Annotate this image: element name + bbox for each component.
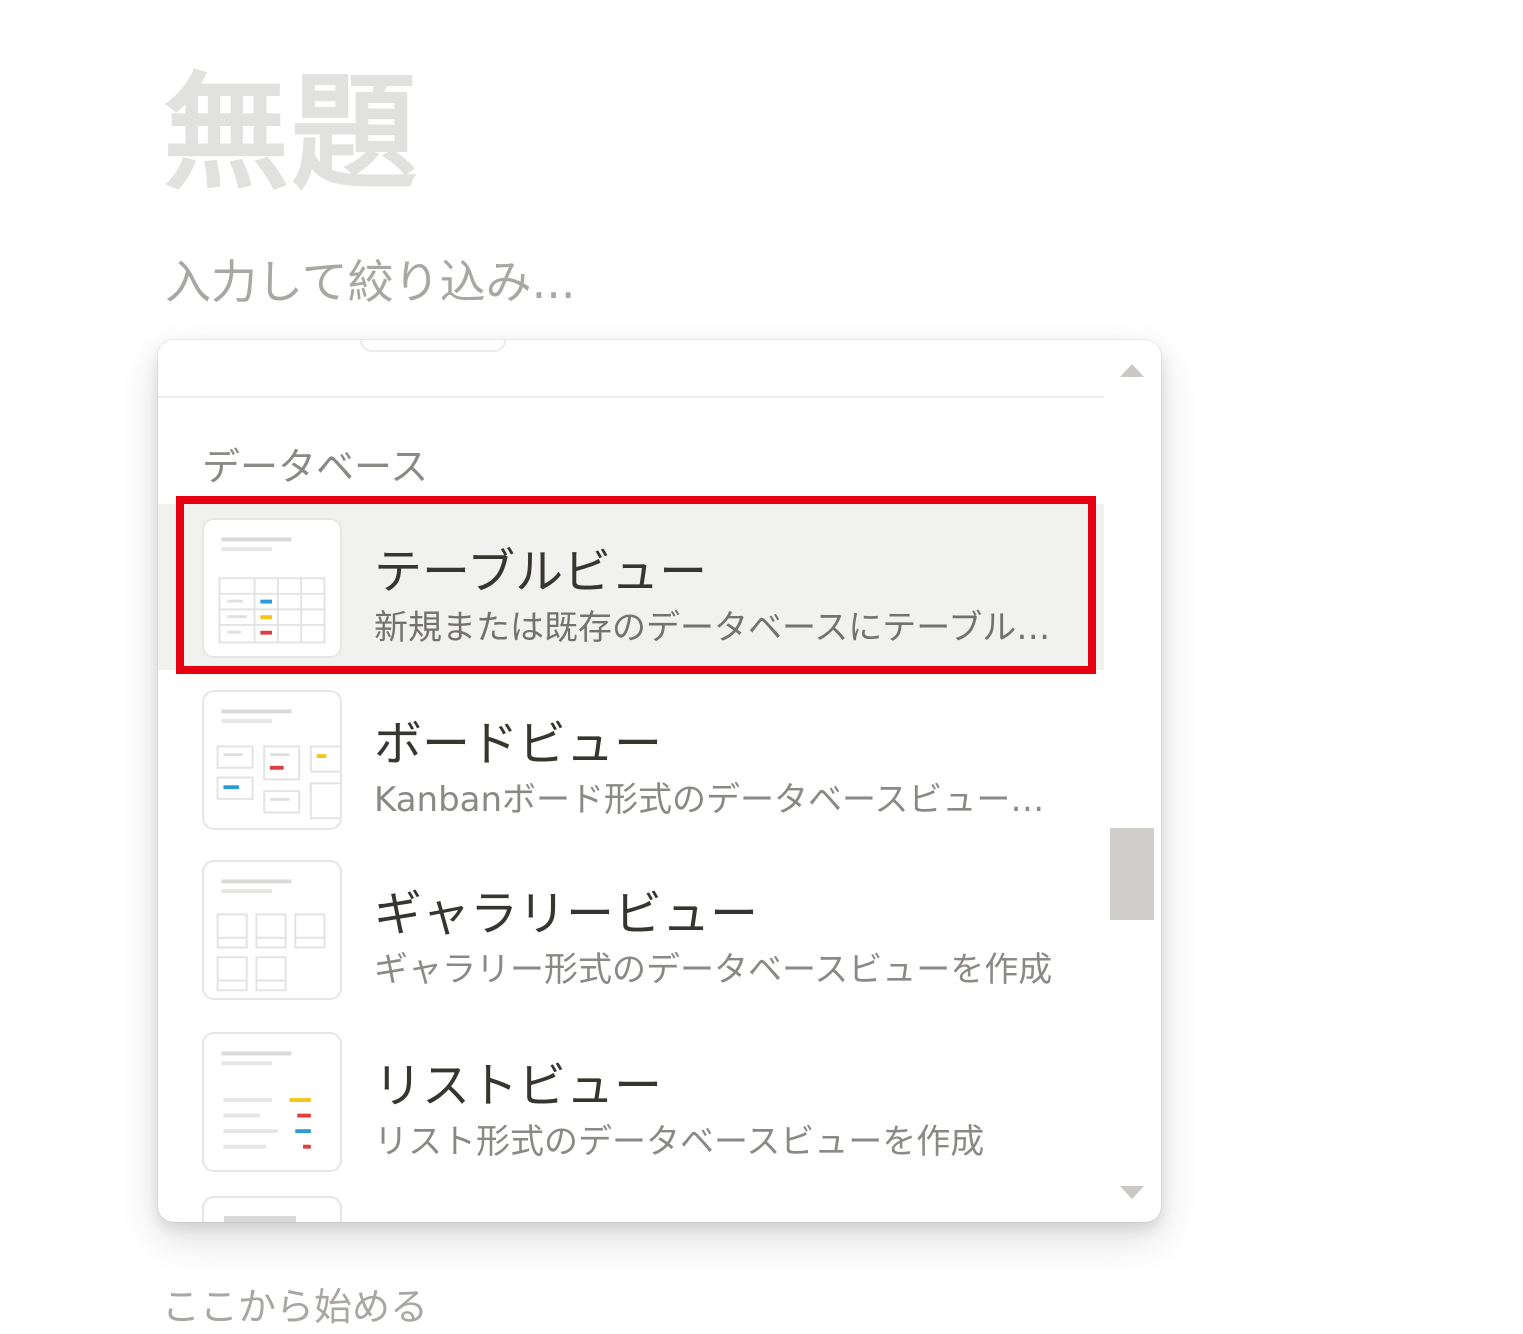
scroll-down-arrow-icon[interactable] xyxy=(1120,1186,1144,1199)
item-title: ギャラリービュー xyxy=(374,886,759,942)
item-description: ギャラリー形式のデータベースビューを作成 xyxy=(374,950,1053,990)
board-view-icon xyxy=(202,690,342,830)
section-divider xyxy=(158,396,1104,398)
item-description: リスト形式のデータベースビューを作成 xyxy=(374,1122,985,1162)
highlight-annotation-box xyxy=(176,496,1096,674)
gallery-view-icon xyxy=(202,860,342,1000)
block-menu-popup: データベース テーブルビュー 新規または既存のデータベースにテーブルビ ボードビ… xyxy=(158,340,1161,1222)
menu-item-gallery-view[interactable]: ギャラリービュー ギャラリー形式のデータベースビューを作成 xyxy=(158,846,1104,1012)
item-title: ボードビュー xyxy=(374,716,663,772)
list-view-icon xyxy=(202,1032,342,1172)
page-title[interactable]: 無題 xyxy=(163,67,419,200)
filter-input[interactable] xyxy=(165,250,765,314)
previous-item-thumbnail xyxy=(360,340,506,352)
scrollbar-thumb[interactable] xyxy=(1110,828,1154,920)
menu-item-board-view[interactable]: ボードビュー Kanbanボード形式のデータベースビューを作成 xyxy=(158,676,1104,842)
start-here-hint[interactable]: ここから始める xyxy=(162,1276,428,1331)
menu-item-list-view[interactable]: リストビュー リスト形式のデータベースビューを作成 xyxy=(158,1018,1104,1184)
scroll-up-arrow-icon[interactable] xyxy=(1120,364,1144,377)
next-item-thumbnail xyxy=(202,1196,342,1222)
item-description: Kanbanボード形式のデータベースビューを作成 xyxy=(374,780,1054,820)
section-label-database: データベース xyxy=(202,445,429,489)
menu-scroll-area[interactable]: データベース テーブルビュー 新規または既存のデータベースにテーブルビ ボードビ… xyxy=(158,340,1104,1222)
scrollbar-track[interactable] xyxy=(1104,340,1161,1222)
item-title: リストビュー xyxy=(374,1058,663,1114)
